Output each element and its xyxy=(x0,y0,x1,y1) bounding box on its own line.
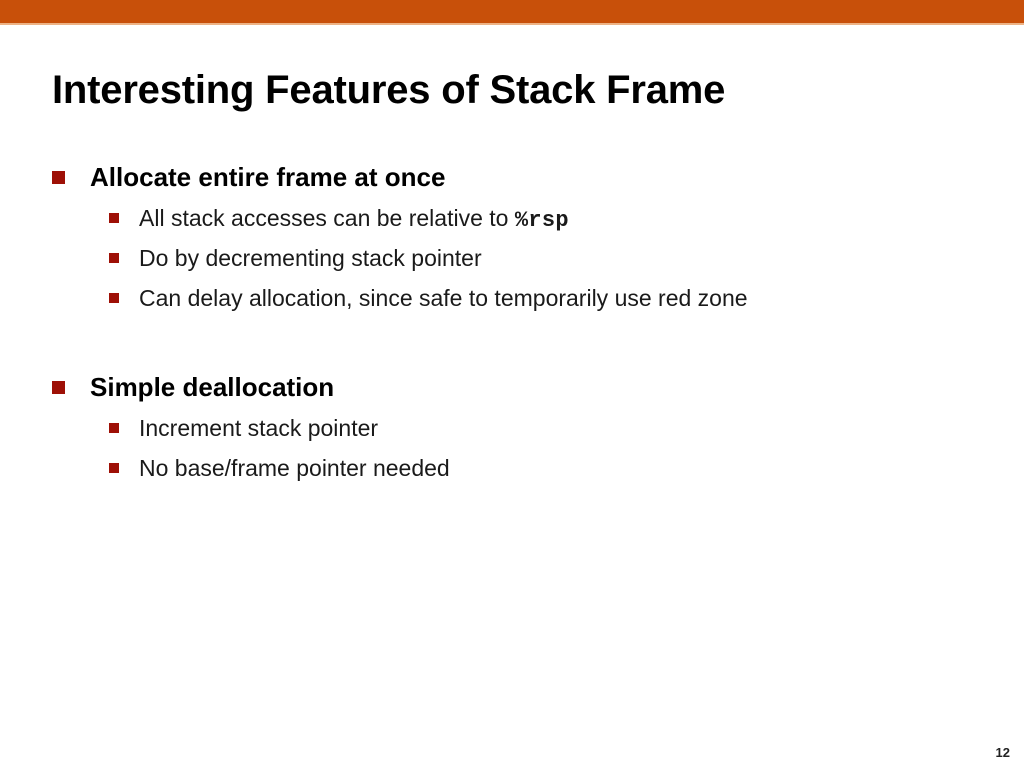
square-bullet-icon xyxy=(52,171,65,184)
bullet-level2-label: Can delay allocation, since safe to temp… xyxy=(139,285,748,311)
bullet-group: Simple deallocation Increment stack poin… xyxy=(52,370,982,488)
bullet-level1: Simple deallocation xyxy=(52,370,982,404)
page-title: Interesting Features of Stack Frame xyxy=(52,68,726,112)
bullet-level2: Do by decrementing stack pointer xyxy=(52,238,982,278)
slide-body: Allocate entire frame at once All stack … xyxy=(52,160,982,488)
bullet-level2: Increment stack pointer xyxy=(52,408,982,448)
bullet-level2-label: All stack accesses can be relative to %r… xyxy=(139,198,569,241)
bullet-group: Allocate entire frame at once All stack … xyxy=(52,160,982,318)
square-bullet-icon xyxy=(109,423,119,433)
bullet-level1-label: Allocate entire frame at once xyxy=(90,162,446,192)
bullet-level2-label: Do by decrementing stack pointer xyxy=(139,245,482,271)
square-bullet-icon xyxy=(109,213,119,223)
slide: Interesting Features of Stack Frame Allo… xyxy=(0,0,1024,768)
square-bullet-icon xyxy=(109,253,119,263)
top-accent-bar-edge xyxy=(0,23,1024,25)
bullet-level2-text: All stack accesses can be relative to xyxy=(139,205,515,231)
square-bullet-icon xyxy=(109,293,119,303)
bullet-level2: Can delay allocation, since safe to temp… xyxy=(52,278,982,318)
bullet-level2-label: No base/frame pointer needed xyxy=(139,455,450,481)
square-bullet-icon xyxy=(109,463,119,473)
bullet-level1-label: Simple deallocation xyxy=(90,372,335,402)
bullet-level2: All stack accesses can be relative to %r… xyxy=(52,198,982,238)
page-number: 12 xyxy=(995,745,1010,760)
top-accent-bar xyxy=(0,0,1024,23)
bullet-level2: No base/frame pointer needed xyxy=(52,448,982,488)
bullet-level2-label: Increment stack pointer xyxy=(139,415,379,441)
square-bullet-icon xyxy=(52,381,65,394)
bullet-level1: Allocate entire frame at once xyxy=(52,160,982,194)
inline-code-rsp: %rsp xyxy=(514,208,569,233)
